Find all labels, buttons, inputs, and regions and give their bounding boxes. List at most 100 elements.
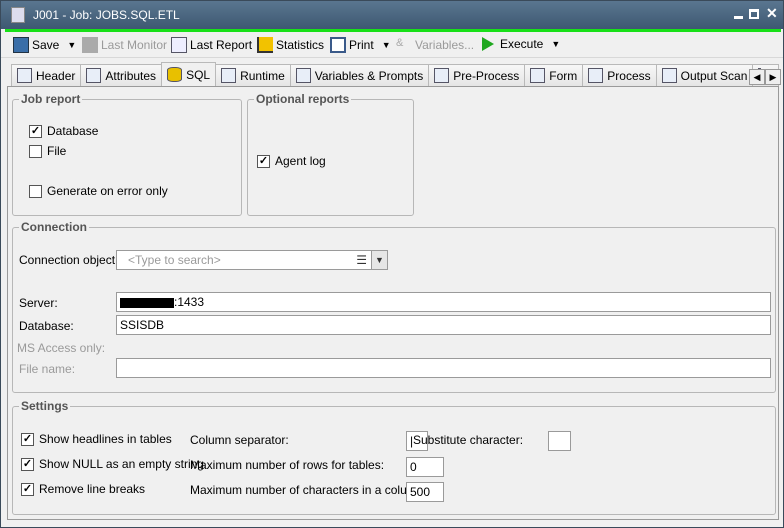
redacted-block [120,297,174,308]
attributes-icon [86,68,102,83]
checkmark-icon: ✓ [29,124,42,138]
settings-group: Settings ✓ Show headlines in tables ✓ Show… [12,399,776,515]
max-chars-label: Maximum number of characters in a column… [190,483,427,497]
database-checkbox[interactable]: ✓ Database [29,124,98,138]
checkmark-icon: ✓ [257,154,270,168]
print-label: Print [349,38,374,52]
checkbox-label: Agent log [275,154,326,168]
save-label: Save [32,38,60,52]
server-input[interactable]: :1433 [116,292,771,312]
agent-log-checkbox[interactable]: ✓ Agent log [257,154,326,168]
maximize-button[interactable] [749,9,759,19]
checkbox-label: File [47,144,67,158]
print-button[interactable]: Print ▼ [330,37,391,53]
max-rows-input[interactable]: 0 [406,457,444,477]
substitute-character-input[interactable] [548,431,571,451]
tab-label: SQL [186,67,211,82]
tab-label: Variables & Prompts [314,68,424,83]
floppy-icon [13,37,29,53]
checkbox-label: Remove line breaks [39,482,146,496]
save-button[interactable]: Save ▼ [13,37,76,53]
tab-bar: Header Attributes SQL Runtime Variables … [11,62,780,86]
chart-icon [257,37,273,53]
job-report-group: Job report ✓ Database File Generate on er… [12,92,242,216]
connection-object-combobox[interactable]: <Type to search> ☰ ▼ [116,250,388,270]
database-input[interactable]: SSISDB [116,315,771,335]
execute-button[interactable]: Execute ▼ [482,37,560,51]
optional-reports-group: Optional reports ✓ Agent log [247,92,414,216]
tab-pre-process[interactable]: Pre-Process [428,64,526,86]
tab-label: Header [36,68,76,83]
tab-scroll-left-button[interactable]: ◀ [749,69,765,85]
tab-output-scan[interactable]: Output Scan [655,64,754,86]
tab-runtime[interactable]: Runtime [215,64,291,86]
file-name-input[interactable] [116,358,771,378]
database-label: Database: [19,319,74,333]
variables-label: Variables... [415,38,475,52]
toolbar: Save ▼ Last Monitor Last Report Statistic… [1,32,783,58]
chevron-down-icon[interactable]: ▼ [382,40,391,50]
show-headlines-checkbox[interactable]: ✓ Show headlines in tables [21,432,172,446]
checkbox-label: Show headlines in tables [39,432,172,446]
last-report-button[interactable]: Last Report [171,37,252,53]
printer-icon [330,37,346,53]
variables-button[interactable]: & Variables... [396,37,474,53]
database-icon [167,67,183,82]
file-checkbox[interactable]: File [29,144,66,158]
substitute-character-label: Substitute character: [413,433,524,447]
checkmark-icon: ✓ [21,457,34,471]
sql-tab-panel: Job report ✓ Database File Generate on er… [7,86,779,520]
header-icon [17,68,32,83]
group-title: Settings [19,399,71,413]
window-title: J001 - Job: JOBS.SQL.ETL [33,8,180,22]
play-icon [482,37,494,51]
remove-line-breaks-checkbox[interactable]: ✓ Remove line breaks [21,482,145,496]
last-monitor-label: Last Monitor [101,38,168,52]
tab-process[interactable]: Process [582,64,657,86]
chevron-down-icon[interactable]: ▼ [67,40,76,50]
group-title: Job report [19,92,83,106]
title-bar[interactable]: J001 - Job: JOBS.SQL.ETL ✕ [1,1,783,29]
job-icon [11,7,25,23]
statistics-button[interactable]: Statistics [257,37,324,53]
tab-label: Form [549,68,578,83]
checkbox-label: Show NULL as an empty string [39,457,204,471]
max-chars-input[interactable]: 500 [406,482,444,502]
tab-label: Attributes [105,68,157,83]
variables-icon: & [396,37,404,49]
checkbox-label: Generate on error only [47,184,168,198]
process-icon [588,68,604,83]
minimize-button[interactable] [734,10,743,19]
generate-on-error-checkbox[interactable]: Generate on error only [29,184,168,198]
connection-object-label: Connection object: [19,253,119,267]
dropdown-arrow-button[interactable]: ▼ [371,251,387,269]
server-label: Server: [19,296,58,310]
chevron-down-icon[interactable]: ▼ [551,39,560,49]
checkmark-icon: ✓ [21,432,34,446]
ms-access-label: MS Access only: [17,341,106,355]
placeholder: <Type to search> [128,253,221,267]
tab-scroll-right-button[interactable]: ▶ [765,69,781,85]
variables-icon [295,68,311,83]
list-icon[interactable]: ☰ [356,253,367,267]
tab-variables-prompts[interactable]: Variables & Prompts [289,64,430,86]
tab-sql[interactable]: SQL [161,62,217,86]
close-button[interactable]: ✕ [766,5,778,22]
tab-label: Output Scan [680,68,748,83]
tab-label: Runtime [240,68,285,83]
last-monitor-button[interactable]: Last Monitor [82,37,167,53]
show-null-checkbox[interactable]: ✓ Show NULL as an empty string [21,457,204,471]
tab-label: Pre-Process [453,68,520,83]
tab-form[interactable]: Form [524,64,584,86]
checkbox-box [29,184,42,198]
file-name-label: File name: [19,362,76,376]
execute-label: Execute [500,37,544,51]
tab-attributes[interactable]: Attributes [80,64,163,86]
monitor-icon [82,37,98,53]
checkbox-label: Database [47,124,99,138]
report-icon [171,37,187,53]
output-scan-icon [661,68,677,83]
tab-header[interactable]: Header [11,64,82,86]
connection-group: Connection Connection object: <Type to s… [12,220,776,393]
checkmark-icon: ✓ [21,482,34,496]
